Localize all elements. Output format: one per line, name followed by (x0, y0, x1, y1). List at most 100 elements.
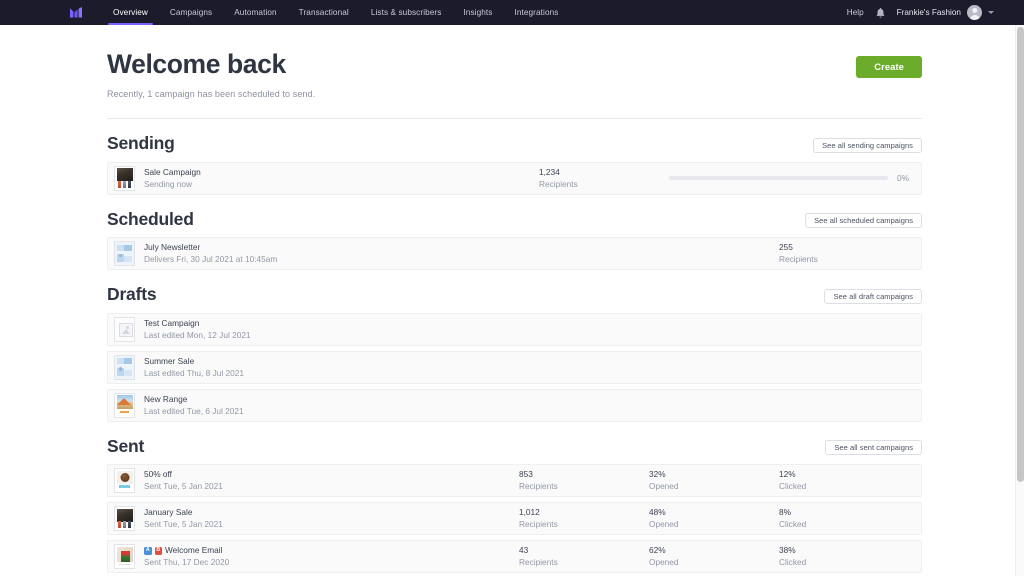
stat-opened: 32%Opened (649, 469, 779, 492)
campaign-row[interactable]: Summer SaleLast edited Thu, 8 Jul 2021 (107, 351, 922, 384)
stat-recipients: 43Recipients (519, 545, 649, 568)
rows-scheduled: July NewsletterDelivers Fri, 30 Jul 2021… (107, 237, 922, 270)
bar-chart-logo-icon (70, 7, 84, 18)
campaign-row-main: Test CampaignLast edited Mon, 12 Jul 202… (144, 318, 909, 341)
account-menu[interactable]: Frankie's Fashion (897, 5, 994, 20)
see-all-drafts-button[interactable]: See all draft campaigns (824, 289, 922, 304)
page-title: Welcome back (107, 49, 856, 80)
campaign-thumbnail-sale-campaign (114, 166, 135, 191)
stat-value: 255 (779, 242, 909, 253)
nav-item-automation[interactable]: Automation (223, 0, 287, 25)
campaign-status: Last edited Mon, 12 Jul 2021 (144, 329, 909, 341)
ab-test-badge-b: B (155, 547, 163, 555)
stat-label: Opened (649, 518, 779, 530)
campaign-status: Last edited Tue, 6 Jul 2021 (144, 405, 909, 417)
campaign-thumbnail-welcome-email (114, 544, 135, 569)
stat-value: 1,012 (519, 507, 649, 518)
send-progress: 0% (669, 173, 909, 183)
stat-value: 1,234 (539, 167, 669, 178)
chevron-down-icon[interactable] (988, 11, 994, 14)
campaign-name-label: Welcome Email (165, 545, 222, 556)
section-header-drafts: DraftsSee all draft campaigns (107, 286, 922, 304)
stat-label: Recipients (519, 556, 649, 568)
create-button[interactable]: Create (856, 56, 922, 78)
page-subtitle: Recently, 1 campaign has been scheduled … (107, 89, 856, 99)
campaign-row[interactable]: New RangeLast edited Tue, 6 Jul 2021 (107, 389, 922, 422)
campaign-status: Sent Thu, 17 Dec 2020 (144, 556, 519, 568)
stat-label: Opened (649, 556, 779, 568)
stat-label: Clicked (779, 556, 909, 568)
scrollbar-thumb[interactable] (1017, 27, 1024, 482)
stat-value: 8% (779, 507, 909, 518)
see-all-sent-button[interactable]: See all sent campaigns (825, 440, 922, 455)
notification-bell-icon[interactable] (875, 7, 886, 19)
section-sending: SendingSee all sending campaigns Sale Cam… (107, 135, 922, 195)
campaign-row-main: ABWelcome EmailSent Thu, 17 Dec 2020 (144, 545, 519, 568)
content-container: Welcome back Recently, 1 campaign has be… (107, 25, 922, 573)
stat-recipients: 255Recipients (779, 242, 909, 265)
stat-value: 43 (519, 545, 649, 556)
page-header: Welcome back Recently, 1 campaign has be… (107, 25, 922, 99)
stat-clicked: 38%Clicked (779, 545, 909, 568)
stat-value: 38% (779, 545, 909, 556)
section-header-scheduled: Scheduled See all scheduled campaigns (107, 211, 922, 229)
stat-label: Recipients (519, 480, 649, 492)
app-logo[interactable] (62, 0, 92, 25)
campaign-row[interactable]: ABWelcome EmailSent Thu, 17 Dec 202043Re… (107, 540, 922, 573)
progress-track (669, 176, 888, 180)
campaign-name: Sale Campaign (144, 167, 539, 178)
campaign-row[interactable]: 50% offSent Tue, 5 Jan 2021853Recipients… (107, 464, 922, 497)
campaign-name: 50% off (144, 469, 519, 480)
stat-label: Clicked (779, 518, 909, 530)
campaign-thumbnail-summer-sale (114, 355, 135, 380)
nav-item-insights[interactable]: Insights (452, 0, 503, 25)
campaign-row-main: Sale CampaignSending now (144, 167, 539, 190)
stat-value: 62% (649, 545, 779, 556)
campaign-row[interactable]: Test CampaignLast edited Mon, 12 Jul 202… (107, 313, 922, 346)
stat-value: 853 (519, 469, 649, 480)
campaign-row-main: Summer SaleLast edited Thu, 8 Jul 2021 (144, 356, 909, 379)
see-all-sending-button[interactable]: See all sending campaigns (813, 138, 922, 153)
campaign-row-main: January SaleSent Tue, 5 Jan 2021 (144, 507, 519, 530)
stat-value: 12% (779, 469, 909, 480)
nav-item-transactional[interactable]: Transactional (288, 0, 360, 25)
section-title-scheduled: Scheduled (107, 211, 194, 229)
campaign-thumbnail-new-range (114, 393, 135, 418)
campaign-name-label: Test Campaign (144, 318, 199, 329)
stat-label: Recipients (779, 253, 909, 265)
rows-sending: Sale CampaignSending now1,234Recipients0… (107, 162, 922, 195)
nav-item-integrations[interactable]: Integrations (503, 0, 569, 25)
campaign-name: New Range (144, 394, 909, 405)
stat-label: Recipients (539, 178, 669, 190)
section-scheduled: Scheduled See all scheduled campaigns July… (107, 211, 922, 271)
campaign-name: Test Campaign (144, 318, 909, 329)
campaign-name-label: New Range (144, 394, 187, 405)
campaign-sections: SendingSee all sending campaigns Sale Cam… (107, 135, 922, 573)
campaign-status: Sending now (144, 178, 539, 190)
campaign-row-main: July NewsletterDelivers Fri, 30 Jul 2021… (144, 242, 779, 265)
campaign-name-label: January Sale (144, 507, 192, 518)
campaign-thumbnail-january-sale (114, 506, 135, 531)
campaign-name-label: Summer Sale (144, 356, 194, 367)
campaign-name: Summer Sale (144, 356, 909, 367)
nav-item-lists-subscribers[interactable]: Lists & subscribers (360, 0, 453, 25)
campaign-row-main: 50% offSent Tue, 5 Jan 2021 (144, 469, 519, 492)
nav-item-campaigns[interactable]: Campaigns (159, 0, 223, 25)
stat-opened: 62%Opened (649, 545, 779, 568)
account-name-label: Frankie's Fashion (897, 8, 961, 17)
see-all-scheduled-button[interactable]: See all scheduled campaigns (805, 213, 922, 228)
campaign-row[interactable]: Sale CampaignSending now1,234Recipients0… (107, 162, 922, 195)
section-header-sent: Sent See all sent campaigns (107, 438, 922, 456)
vertical-scrollbar[interactable] (1015, 25, 1024, 576)
campaign-name-label: 50% off (144, 469, 172, 480)
campaign-name: January Sale (144, 507, 519, 518)
campaign-row[interactable]: July NewsletterDelivers Fri, 30 Jul 2021… (107, 237, 922, 270)
nav-item-overview[interactable]: Overview (102, 0, 159, 25)
page-header-text: Welcome back Recently, 1 campaign has be… (107, 49, 856, 99)
campaign-row[interactable]: January SaleSent Tue, 5 Jan 20211,012Rec… (107, 502, 922, 535)
campaign-name: ABWelcome Email (144, 545, 519, 556)
stat-recipients: 1,012Recipients (519, 507, 649, 530)
section-header-sending: SendingSee all sending campaigns (107, 135, 922, 153)
section-title-sent: Sent (107, 438, 144, 456)
nav-help-link[interactable]: Help (847, 8, 864, 17)
